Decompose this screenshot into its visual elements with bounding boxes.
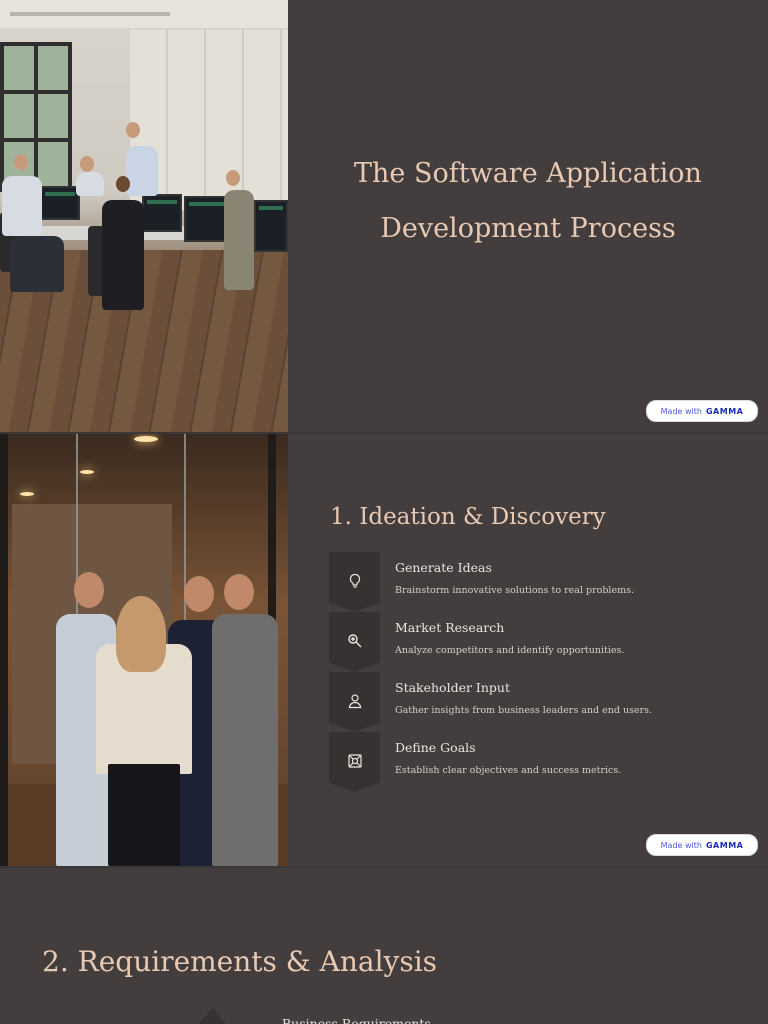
glass-frame xyxy=(0,434,8,866)
section-panel: 1. Ideation & Discovery Generate Ideas B… xyxy=(288,434,768,866)
person-head xyxy=(126,122,140,138)
office-photo xyxy=(0,0,288,432)
chevron-marker xyxy=(329,612,380,672)
item-title: Stakeholder Input xyxy=(395,680,510,695)
person xyxy=(76,172,104,196)
person xyxy=(212,614,278,866)
list-item: Market Research Analyze competitors and … xyxy=(329,612,749,672)
person-head xyxy=(184,576,214,612)
person-head xyxy=(226,170,240,186)
target-icon xyxy=(347,754,362,768)
badge-made-with: Made with xyxy=(660,840,702,850)
badge-brand: GAMMA xyxy=(705,406,744,416)
section-heading: 2. Requirements & Analysis xyxy=(42,945,438,978)
person xyxy=(126,146,158,196)
person-hair xyxy=(116,596,166,672)
lightbulb-icon xyxy=(349,573,360,588)
person xyxy=(224,190,254,290)
list-item: Define Goals Establish clear objectives … xyxy=(329,732,749,792)
ceiling-light xyxy=(134,436,158,442)
item-description: Brainstorm innovative solutions to real … xyxy=(395,585,634,596)
chevron-marker xyxy=(329,732,380,792)
badge-made-with: Made with xyxy=(660,406,702,416)
item-description: Analyze competitors and identify opportu… xyxy=(395,645,625,656)
title-panel: The Software Application Development Pro… xyxy=(288,0,768,432)
made-with-gamma-badge[interactable]: Made with GAMMA xyxy=(646,400,758,422)
monitor xyxy=(254,200,288,252)
presentation-title: The Software Application Development Pro… xyxy=(288,146,768,256)
title-line-1: The Software Application xyxy=(354,158,702,189)
person-head xyxy=(116,176,130,192)
slide-1: The Software Application Development Pro… xyxy=(0,0,768,432)
item-title: Define Goals xyxy=(395,740,476,755)
slide-2: 1. Ideation & Discovery Generate Ideas B… xyxy=(0,434,768,866)
title-line-2: Development Process xyxy=(380,213,676,244)
magnifier-icon xyxy=(347,634,361,648)
person-head xyxy=(74,572,104,608)
monitor xyxy=(40,186,80,220)
person xyxy=(108,764,180,866)
ceiling-light xyxy=(20,492,34,496)
list-item: Generate Ideas Brainstorm innovative sol… xyxy=(329,552,749,612)
person xyxy=(2,176,42,236)
item-title: Generate Ideas xyxy=(395,560,492,575)
person xyxy=(102,200,144,310)
person-head xyxy=(14,154,28,170)
chevron-marker xyxy=(187,1008,238,1024)
item-description: Gather insights from business leaders an… xyxy=(395,705,653,716)
ceiling-light xyxy=(80,470,94,474)
meeting-photo xyxy=(0,434,288,866)
chevron-marker xyxy=(329,552,380,612)
item-title: Business Requirements xyxy=(282,1016,431,1024)
item-description: Establish clear objectives and success m… xyxy=(395,765,622,776)
section-heading: 1. Ideation & Discovery xyxy=(330,504,606,530)
monitor xyxy=(142,194,182,232)
person-icon xyxy=(348,694,361,709)
ceiling-light xyxy=(10,12,170,16)
item-title: Market Research xyxy=(395,620,505,635)
badge-brand: GAMMA xyxy=(705,840,744,850)
person xyxy=(10,236,64,292)
window xyxy=(0,42,72,192)
list-item: Stakeholder Input Gather insights from b… xyxy=(329,672,749,732)
chevron-marker xyxy=(329,672,380,732)
person-head xyxy=(80,156,94,172)
person-head xyxy=(224,574,254,610)
made-with-gamma-badge[interactable]: Made with GAMMA xyxy=(646,834,758,856)
slide-3: 2. Requirements & Analysis Business Requ… xyxy=(0,868,768,1024)
